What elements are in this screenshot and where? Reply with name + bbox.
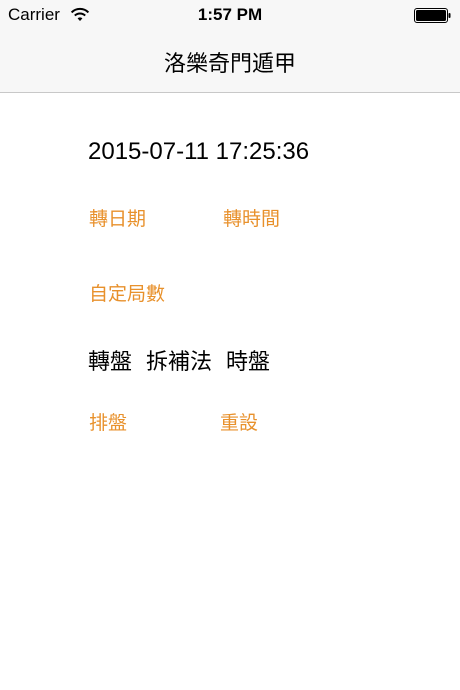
change-time-button[interactable]: 轉時間 — [223, 204, 280, 231]
navigation-bar: 洛樂奇門遁甲 — [0, 30, 460, 93]
datetime-display: 2015-07-11 17:25:36 — [88, 138, 310, 165]
custom-count-button[interactable]: 自定局數 — [89, 279, 165, 306]
mode-hour-plate: 時盤 — [226, 350, 271, 375]
mode-rotating-plate: 轉盤 — [88, 350, 133, 375]
battery-icon — [414, 8, 451, 23]
status-bar: Carrier 1:57 PM — [0, 0, 460, 30]
change-date-button[interactable]: 轉日期 — [89, 204, 146, 231]
mode-row: 轉盤 拆補法 時盤 — [88, 344, 270, 376]
arrange-button[interactable]: 排盤 — [89, 408, 127, 435]
status-time: 1:57 PM — [197, 5, 263, 24]
reset-button[interactable]: 重設 — [220, 408, 258, 435]
page-title: 洛樂奇門遁甲 — [163, 52, 296, 77]
mode-chaibu-method: 拆補法 — [146, 350, 213, 375]
